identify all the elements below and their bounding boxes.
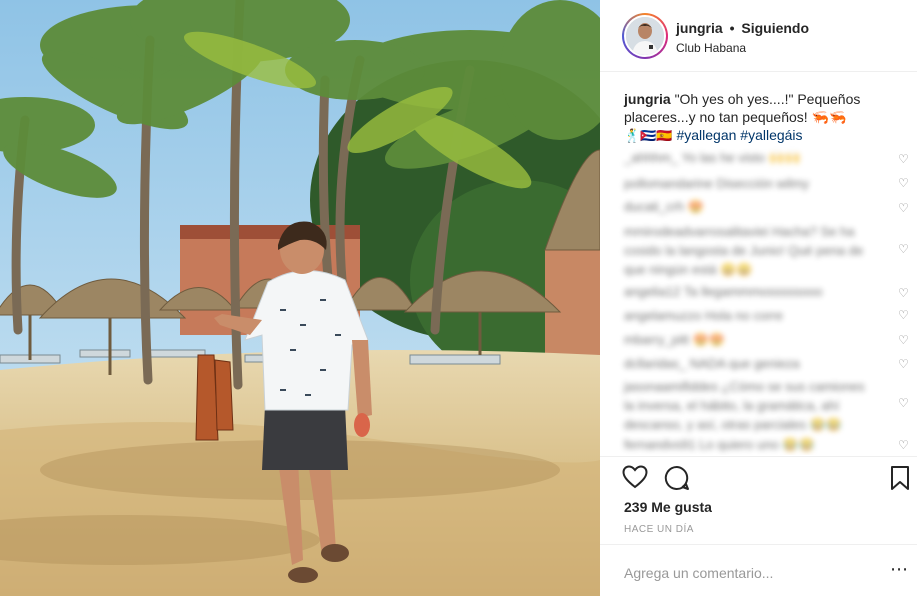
comment-item: _ahhhm_ Yo las he visto 🙌🙌 — [624, 148, 904, 167]
comment-icon[interactable] — [664, 465, 690, 496]
follow-status-button[interactable]: Siguiendo — [741, 20, 809, 36]
comment-like-icon[interactable]: ♡ — [898, 333, 909, 347]
more-options-icon[interactable]: ⋯ — [890, 559, 908, 580]
hashtag-link[interactable]: #yallegan — [676, 127, 736, 143]
comment-text: pollomandarine Disección wilmy — [624, 176, 809, 191]
comment-like-icon[interactable]: ♡ — [898, 357, 909, 371]
heart-icon[interactable] — [622, 465, 648, 494]
comment-like-icon[interactable]: ♡ — [898, 286, 909, 300]
comment-item: dcllaridas_ NADA que genieza — [624, 354, 904, 373]
comment-text: jasonaamifiddes ¿Cómo se sus camiones la… — [624, 379, 865, 432]
comment-item: angelamuzzo Hola no corre — [624, 306, 904, 325]
comment-item: pollomandarine Disección wilmy — [624, 174, 904, 193]
comment-text: fernandvs91 Lo quiero uno 😂😂 — [624, 437, 815, 452]
beach-scene-image — [0, 0, 600, 596]
comment-item: mmirodeadvarrosalitaviei Hacha? Se ha co… — [624, 222, 904, 279]
comment-text: angelia12 Ta llegammmosssssooo — [624, 284, 823, 299]
comment-item: mbarry_pitt 😍😍 — [624, 330, 904, 349]
header-separator: • — [729, 20, 735, 36]
post-side-panel: jungria • Siguiendo Club Habana jungria … — [600, 0, 917, 596]
comment-text: mmirodeadvarrosalitaviei Hacha? Se ha co… — [624, 224, 864, 277]
location-link[interactable]: Club Habana — [676, 41, 746, 55]
comment-like-icon[interactable]: ♡ — [898, 438, 909, 452]
bookmark-icon[interactable] — [890, 465, 910, 496]
comment-text: _ahhhm_ Yo las he visto 🙌🙌 — [624, 150, 801, 165]
comment-text: ducati_crh 😍 — [624, 199, 704, 214]
post-caption: jungria "Oh yes oh yes....!" Pequeños pl… — [624, 90, 894, 146]
comment-like-icon[interactable]: ♡ — [898, 176, 909, 190]
comment-like-icon[interactable]: ♡ — [898, 152, 909, 166]
header-user-line: jungria • Siguiendo — [676, 20, 809, 36]
comment-like-icon[interactable]: ♡ — [898, 396, 909, 410]
comments-list[interactable]: jungria "Oh yes oh yes....!" Pequeños pl… — [600, 80, 917, 455]
comment-item: ducati_crh 😍 — [624, 197, 904, 216]
comment-item: jasonaamifiddes ¿Cómo se sus camiones la… — [624, 377, 904, 434]
add-comment-bar: ⋯ — [600, 544, 917, 596]
post-actions: 239 Me gusta HACE UN DÍA ⋯ — [600, 456, 917, 596]
likes-count[interactable]: 239 Me gusta — [624, 499, 712, 515]
comment-like-icon[interactable]: ♡ — [898, 242, 909, 256]
comment-text: angelamuzzo Hola no corre — [624, 308, 783, 323]
post-header: jungria • Siguiendo Club Habana — [600, 0, 917, 72]
caption-flags: 🕺🇨🇺🇪🇸 — [624, 129, 673, 144]
comment-like-icon[interactable]: ♡ — [898, 201, 909, 215]
hashtag-link[interactable]: #yallegáis — [740, 127, 802, 143]
post-timestamp[interactable]: HACE UN DÍA — [624, 524, 694, 535]
comment-text: mbarry_pitt 😍😍 — [624, 332, 726, 347]
avatar-image — [624, 15, 666, 57]
comment-item: angelia12 Ta llegammmosssssooo — [624, 282, 904, 301]
comment-input[interactable] — [624, 565, 854, 581]
avatar[interactable] — [622, 13, 668, 59]
comment-item: fernandvs91 Lo quiero uno 😂😂 — [624, 435, 904, 454]
comment-text: dcllaridas_ NADA que genieza — [624, 356, 800, 371]
post-photo[interactable] — [0, 0, 600, 596]
comment-like-icon[interactable]: ♡ — [898, 308, 909, 322]
caption-username[interactable]: jungria — [624, 91, 671, 107]
header-username[interactable]: jungria — [676, 20, 723, 36]
